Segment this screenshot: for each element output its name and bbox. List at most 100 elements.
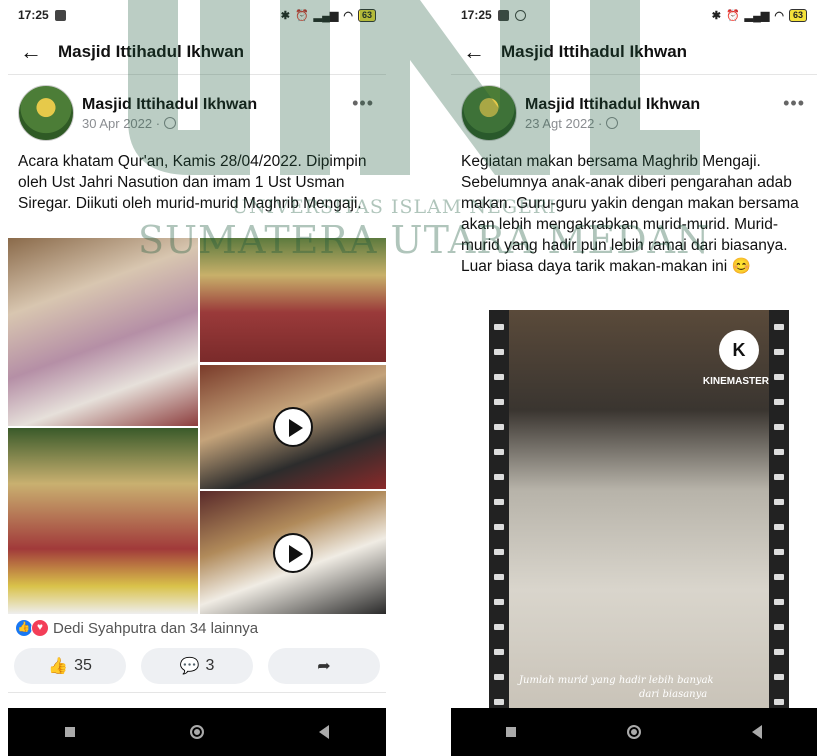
- film-hole: [494, 424, 504, 430]
- reactions-summary[interactable]: 👍 ♥ Dedi Syahputra dan 34 lainnya: [16, 619, 258, 637]
- comment-button[interactable]: 💬 3: [141, 648, 253, 684]
- bluetooth-icon: ✱: [711, 9, 721, 22]
- avatar[interactable]: [461, 85, 517, 141]
- thumbs-up-icon: 👍: [48, 658, 69, 675]
- globe-icon: [606, 117, 619, 129]
- post-text: Acara khatam Qur'an, Kamis 28/04/2022. D…: [18, 153, 367, 212]
- film-strip-left: [489, 310, 509, 710]
- film-hole: [774, 549, 784, 555]
- love-reaction-icon: ♥: [31, 619, 49, 637]
- post-text: Kegiatan makan bersama Maghrib Mengaji. …: [461, 153, 799, 275]
- whatsapp-icon: [514, 9, 526, 21]
- kinemaster-logo: K: [719, 330, 759, 370]
- like-count: 35: [74, 657, 92, 674]
- film-hole: [494, 649, 504, 655]
- film-hole: [774, 574, 784, 580]
- film-hole: [774, 424, 784, 430]
- post-video-thumbnail[interactable]: [200, 491, 386, 614]
- post-date[interactable]: 30 Apr 2022 ·: [82, 116, 160, 131]
- post-photo[interactable]: [8, 428, 198, 614]
- battery-icon: 63: [357, 8, 376, 22]
- nav-back-icon[interactable]: [751, 725, 762, 739]
- film-hole: [774, 524, 784, 530]
- gallery-notification-icon: [54, 9, 66, 21]
- status-bar: 17:25 ✱ ⏰ ▂▄▆ ◠ 63: [8, 0, 386, 30]
- film-hole: [494, 674, 504, 680]
- comment-icon: 💬: [179, 658, 200, 675]
- film-hole: [774, 399, 784, 405]
- recent-apps-icon[interactable]: [65, 727, 76, 737]
- film-hole: [494, 549, 504, 555]
- play-icon[interactable]: [273, 407, 313, 447]
- post-photo[interactable]: [8, 238, 198, 426]
- alarm-icon: ⏰: [725, 9, 740, 22]
- back-arrow-icon[interactable]: ←: [20, 41, 42, 63]
- post-date[interactable]: 23 Agt 2022 ·: [525, 116, 602, 131]
- recent-apps-icon[interactable]: [506, 727, 517, 737]
- avatar[interactable]: [18, 85, 74, 141]
- film-strip-right: [769, 310, 789, 710]
- film-hole: [774, 474, 784, 480]
- film-hole: [774, 374, 784, 380]
- post-photo[interactable]: [200, 238, 386, 362]
- film-hole: [774, 599, 784, 605]
- play-icon[interactable]: [273, 532, 313, 573]
- video-frame: [509, 310, 769, 710]
- video-caption-line2: dari biasanya: [639, 689, 708, 700]
- home-icon[interactable]: [626, 725, 641, 739]
- battery-icon: 63: [788, 8, 807, 22]
- reactions-text: Dedi Syahputra dan 34 lainnya: [53, 619, 259, 637]
- film-hole: [494, 324, 504, 330]
- post-author[interactable]: Masjid Ittihadul Ikhwan: [82, 96, 257, 114]
- comment-count: 3: [205, 657, 215, 674]
- bluetooth-icon: ✱: [280, 9, 290, 22]
- film-hole: [774, 649, 784, 655]
- post-video-thumbnail[interactable]: [200, 365, 386, 489]
- video-caption-line1: Jumlah murid yang hadir lebih banyak: [519, 675, 714, 686]
- nav-back-icon[interactable]: [318, 725, 329, 739]
- film-hole: [494, 399, 504, 405]
- more-options-icon[interactable]: •••: [783, 93, 805, 114]
- globe-icon: [164, 117, 177, 129]
- film-hole: [774, 349, 784, 355]
- wifi-icon: ◠: [343, 9, 353, 22]
- film-hole: [494, 474, 504, 480]
- post-video[interactable]: K KINEMASTER Jumlah murid yang hadir leb…: [489, 310, 789, 710]
- right-phone-screen: 17:25 ✱ ⏰ ▂▄▆ ◠ 63 ← Masjid Ittihadul Ik…: [451, 0, 817, 756]
- video-caption: Jumlah murid yang hadir lebih banyak dar…: [519, 674, 714, 702]
- share-icon: ➦: [317, 658, 331, 675]
- gallery-notification-icon: [497, 9, 509, 21]
- like-reaction-icon: 👍: [16, 620, 32, 636]
- status-time: 17:25: [18, 8, 49, 22]
- share-button[interactable]: ➦: [268, 648, 380, 684]
- signal-icon: ▂▄▆: [313, 9, 339, 22]
- left-phone-screen: 17:25 ✱ ⏰ ▂▄▆ ◠ 63 ← Masjid Ittihadul Ik…: [8, 0, 386, 756]
- film-hole: [774, 324, 784, 330]
- home-icon[interactable]: [189, 725, 204, 739]
- post-author[interactable]: Masjid Ittihadul Ikhwan: [525, 96, 700, 114]
- back-arrow-icon[interactable]: ←: [463, 41, 485, 63]
- film-hole: [494, 599, 504, 605]
- top-bar: ← Masjid Ittihadul Ikhwan: [8, 30, 386, 75]
- film-hole: [494, 699, 504, 705]
- android-nav-bar: [8, 708, 386, 756]
- film-hole: [494, 624, 504, 630]
- film-hole: [774, 699, 784, 705]
- film-hole: [494, 574, 504, 580]
- film-hole: [774, 449, 784, 455]
- post-header: Masjid Ittihadul Ikhwan 23 Agt 2022 · ••…: [451, 75, 817, 147]
- film-hole: [494, 374, 504, 380]
- film-hole: [494, 449, 504, 455]
- film-hole: [774, 624, 784, 630]
- top-bar: ← Masjid Ittihadul Ikhwan: [451, 30, 817, 75]
- post-actions: 👍 35 💬 3 ➦: [14, 648, 380, 684]
- like-button[interactable]: 👍 35: [14, 648, 126, 684]
- film-hole: [774, 674, 784, 680]
- film-hole: [494, 524, 504, 530]
- signal-icon: ▂▄▆: [744, 9, 770, 22]
- film-hole: [774, 499, 784, 505]
- post-header: Masjid Ittihadul Ikhwan 30 Apr 2022 · ••…: [8, 75, 386, 147]
- more-options-icon[interactable]: •••: [352, 93, 374, 114]
- film-hole: [494, 499, 504, 505]
- kinemaster-label: KINEMASTER: [702, 376, 769, 387]
